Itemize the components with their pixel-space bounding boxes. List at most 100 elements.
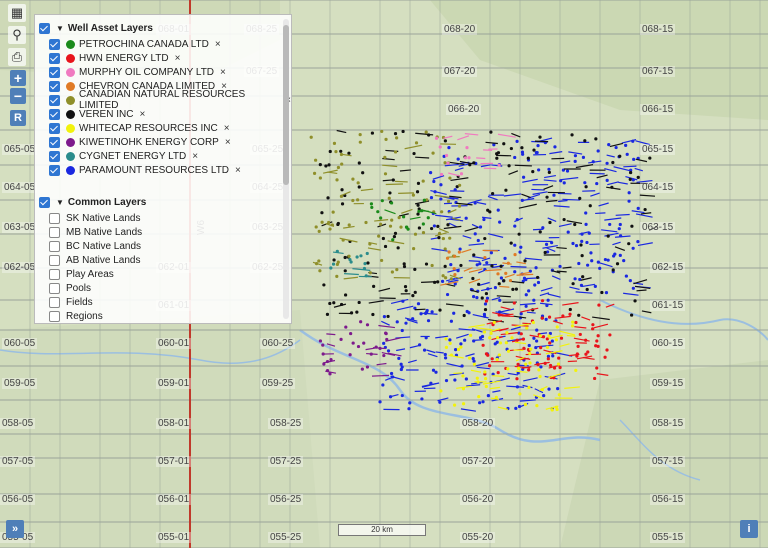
well-marker[interactable] bbox=[491, 191, 495, 196]
well-marker[interactable] bbox=[484, 384, 488, 389]
well-marker[interactable] bbox=[509, 146, 513, 151]
common-layer-row[interactable]: Regions bbox=[35, 309, 291, 323]
well-marker[interactable] bbox=[588, 204, 592, 208]
remove-layer-icon[interactable]: × bbox=[225, 137, 231, 148]
well-marker[interactable] bbox=[520, 146, 524, 150]
well-marker[interactable] bbox=[577, 313, 581, 317]
remove-layer-icon[interactable]: × bbox=[224, 123, 230, 134]
well-marker[interactable] bbox=[579, 243, 583, 247]
well-marker[interactable] bbox=[598, 266, 602, 270]
well-marker[interactable] bbox=[456, 157, 460, 161]
well-marker[interactable] bbox=[426, 319, 431, 323]
well-marker[interactable] bbox=[551, 354, 555, 358]
well-marker[interactable] bbox=[458, 183, 462, 187]
well-marker[interactable] bbox=[400, 365, 404, 369]
well-marker[interactable] bbox=[355, 255, 359, 259]
well-marker[interactable] bbox=[335, 274, 339, 278]
well-marker[interactable] bbox=[627, 199, 631, 203]
zoom-out-button[interactable]: − bbox=[10, 88, 26, 104]
reset-button[interactable]: R bbox=[10, 110, 26, 126]
well-marker[interactable] bbox=[395, 320, 399, 324]
well-marker[interactable] bbox=[440, 210, 444, 214]
layer-checkbox[interactable] bbox=[49, 164, 60, 176]
well-marker[interactable] bbox=[586, 263, 590, 267]
well-marker[interactable] bbox=[548, 220, 552, 225]
well-marker[interactable] bbox=[527, 368, 531, 372]
well-marker[interactable] bbox=[636, 240, 640, 244]
well-marker[interactable] bbox=[336, 260, 340, 264]
well-marker[interactable] bbox=[390, 270, 394, 274]
well-marker[interactable] bbox=[320, 220, 324, 224]
well-marker[interactable] bbox=[384, 137, 388, 141]
well-marker[interactable] bbox=[431, 368, 436, 372]
well-marker[interactable] bbox=[559, 336, 564, 340]
well-marker[interactable] bbox=[318, 163, 322, 167]
well-marker[interactable] bbox=[618, 222, 622, 227]
well-marker[interactable] bbox=[464, 377, 468, 381]
well-marker[interactable] bbox=[388, 224, 393, 228]
common-layers-checkbox[interactable] bbox=[39, 196, 50, 208]
well-marker[interactable] bbox=[608, 333, 612, 337]
well-marker[interactable] bbox=[528, 351, 532, 356]
well-marker[interactable] bbox=[362, 341, 366, 345]
well-marker[interactable] bbox=[556, 362, 561, 366]
well-marker[interactable] bbox=[326, 196, 330, 200]
well-trajectory[interactable] bbox=[518, 364, 529, 367]
well-layer-row[interactable]: CYGNET ENERGY LTD × bbox=[35, 149, 291, 163]
well-marker[interactable] bbox=[548, 341, 552, 345]
well-marker[interactable] bbox=[441, 274, 445, 278]
well-marker[interactable] bbox=[422, 198, 426, 202]
well-marker[interactable] bbox=[518, 250, 522, 254]
well-marker[interactable] bbox=[565, 169, 570, 173]
well-marker[interactable] bbox=[571, 282, 575, 286]
well-layer-row[interactable]: MURPHY OIL COMPANY LTD × bbox=[35, 65, 291, 79]
well-marker[interactable] bbox=[364, 220, 368, 225]
well-marker[interactable] bbox=[383, 172, 388, 176]
well-marker[interactable] bbox=[356, 198, 360, 202]
well-marker[interactable] bbox=[546, 298, 550, 302]
caret-down-icon[interactable]: ▼ bbox=[56, 24, 64, 33]
well-marker[interactable] bbox=[347, 254, 351, 258]
well-marker[interactable] bbox=[510, 336, 514, 340]
well-marker[interactable] bbox=[584, 352, 588, 356]
well-marker[interactable] bbox=[415, 190, 420, 194]
well-marker[interactable] bbox=[595, 339, 599, 343]
well-marker[interactable] bbox=[487, 364, 492, 368]
well-marker[interactable] bbox=[325, 359, 330, 364]
well-trajectory[interactable] bbox=[482, 263, 497, 266]
expand-button[interactable]: » bbox=[6, 520, 24, 538]
well-marker[interactable] bbox=[579, 283, 584, 287]
well-marker[interactable] bbox=[558, 264, 562, 269]
well-marker[interactable] bbox=[464, 216, 468, 220]
well-marker[interactable] bbox=[506, 261, 510, 265]
well-marker[interactable] bbox=[463, 338, 467, 342]
well-marker[interactable] bbox=[573, 277, 577, 281]
well-marker[interactable] bbox=[482, 330, 487, 334]
well-marker[interactable] bbox=[575, 352, 579, 356]
well-marker[interactable] bbox=[472, 161, 476, 165]
well-marker[interactable] bbox=[570, 324, 575, 328]
well-marker[interactable] bbox=[427, 133, 431, 137]
well-trajectory[interactable] bbox=[499, 285, 510, 288]
well-marker[interactable] bbox=[594, 137, 598, 141]
well-marker[interactable] bbox=[495, 156, 499, 160]
well-marker[interactable] bbox=[480, 296, 484, 300]
well-marker[interactable] bbox=[357, 161, 361, 165]
well-marker[interactable] bbox=[514, 287, 519, 291]
well-marker[interactable] bbox=[527, 343, 531, 348]
well-marker[interactable] bbox=[535, 339, 539, 343]
well-marker[interactable] bbox=[581, 275, 585, 279]
well-marker[interactable] bbox=[432, 179, 436, 184]
well-marker[interactable] bbox=[504, 341, 508, 345]
well-marker[interactable] bbox=[361, 171, 365, 175]
well-marker[interactable] bbox=[321, 343, 325, 347]
well-marker[interactable] bbox=[627, 191, 631, 195]
well-marker[interactable] bbox=[452, 267, 456, 271]
well-marker[interactable] bbox=[550, 408, 554, 412]
well-marker[interactable] bbox=[573, 159, 577, 163]
well-marker[interactable] bbox=[436, 224, 440, 228]
well-marker[interactable] bbox=[349, 260, 353, 264]
well-marker[interactable] bbox=[506, 349, 511, 353]
print-icon[interactable]: ⎙ bbox=[8, 48, 26, 66]
well-marker[interactable] bbox=[523, 259, 527, 263]
